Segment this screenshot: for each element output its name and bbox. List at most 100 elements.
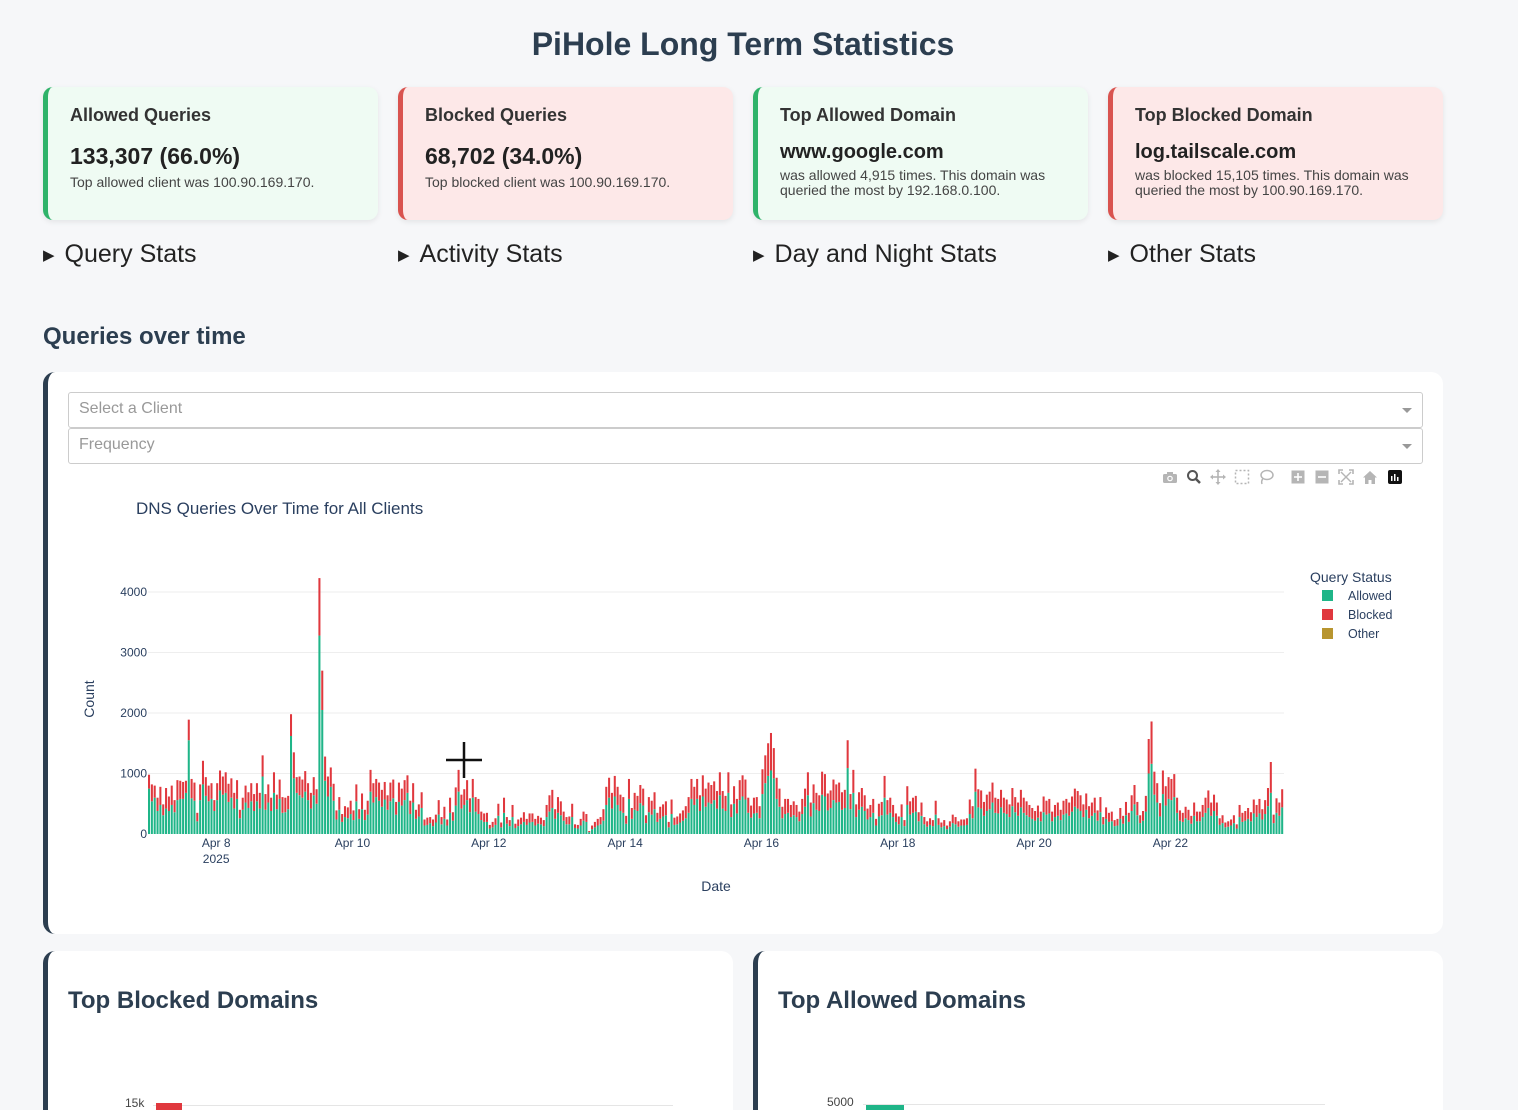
bar-blocked[interactable]: [522, 812, 525, 822]
bar-allowed[interactable]: [1281, 807, 1284, 834]
bar-blocked[interactable]: [892, 804, 895, 818]
bar-allowed[interactable]: [420, 807, 423, 834]
bar-blocked[interactable]: [1213, 794, 1216, 812]
bar-allowed[interactable]: [392, 798, 395, 834]
bar-allowed[interactable]: [954, 824, 957, 834]
bar-allowed[interactable]: [1144, 811, 1147, 834]
bar-blocked[interactable]: [520, 817, 523, 825]
bar-allowed[interactable]: [267, 802, 270, 834]
bar-allowed[interactable]: [1065, 813, 1068, 834]
bar-blocked[interactable]: [255, 783, 258, 802]
bar-allowed[interactable]: [738, 800, 741, 834]
bar-allowed[interactable]: [1272, 823, 1275, 834]
bar-blocked[interactable]: [1065, 798, 1068, 814]
bar-allowed[interactable]: [483, 821, 486, 834]
bar-blocked[interactable]: [488, 824, 491, 829]
bar-allowed[interactable]: [801, 814, 804, 834]
bar-blocked[interactable]: [156, 797, 159, 812]
bar-blocked[interactable]: [383, 781, 386, 800]
bar-blocked[interactable]: [491, 821, 494, 828]
bar-blocked[interactable]: [724, 795, 727, 812]
bar-blocked[interactable]: [167, 796, 170, 812]
bar-blocked[interactable]: [417, 804, 420, 817]
bar-allowed[interactable]: [1241, 821, 1244, 834]
bar-blocked[interactable]: [619, 794, 622, 812]
bar-blocked[interactable]: [457, 769, 460, 792]
bar-blocked[interactable]: [1093, 797, 1096, 813]
bar-allowed[interactable]: [182, 798, 185, 834]
bar-blocked[interactable]: [877, 803, 880, 817]
bar-allowed[interactable]: [159, 804, 162, 834]
bar-allowed[interactable]: [400, 805, 403, 834]
bar-blocked[interactable]: [650, 800, 653, 815]
bar-blocked[interactable]: [1099, 797, 1102, 813]
bar-allowed[interactable]: [619, 811, 622, 834]
bar-blocked[interactable]: [647, 797, 650, 813]
bar-allowed[interactable]: [690, 798, 693, 834]
bar-allowed[interactable]: [346, 818, 349, 834]
bar-blocked[interactable]: [1139, 815, 1142, 824]
bar-allowed[interactable]: [860, 806, 863, 834]
bar-allowed[interactable]: [471, 797, 474, 834]
bar-blocked[interactable]: [974, 768, 977, 792]
bar-allowed[interactable]: [432, 826, 435, 834]
bar-allowed[interactable]: [1119, 818, 1122, 835]
bar-allowed[interactable]: [395, 814, 398, 834]
bar-blocked[interactable]: [917, 812, 920, 822]
bar-blocked[interactable]: [568, 816, 571, 825]
bar-blocked[interactable]: [1275, 798, 1278, 813]
bar-allowed[interactable]: [591, 829, 594, 834]
bar-blocked[interactable]: [315, 789, 318, 804]
bar-blocked[interactable]: [287, 795, 290, 810]
bar-allowed[interactable]: [548, 811, 551, 834]
bar-allowed[interactable]: [1022, 812, 1025, 834]
bar-blocked[interactable]: [625, 815, 628, 824]
bar-blocked[interactable]: [1264, 800, 1267, 815]
bar-allowed[interactable]: [1278, 815, 1281, 834]
bar-blocked[interactable]: [1102, 817, 1105, 825]
bar-blocked[interactable]: [184, 780, 187, 793]
bar-allowed[interactable]: [383, 799, 386, 834]
bar-blocked[interactable]: [434, 814, 437, 823]
bar-blocked[interactable]: [346, 807, 349, 819]
bar-blocked[interactable]: [409, 800, 412, 815]
bar-blocked[interactable]: [1204, 797, 1207, 813]
bar-allowed[interactable]: [173, 812, 176, 834]
bar-blocked[interactable]: [883, 775, 886, 798]
bar-allowed[interactable]: [951, 823, 954, 834]
bar-blocked[interactable]: [446, 819, 449, 826]
bar-allowed[interactable]: [883, 797, 886, 834]
bar-allowed[interactable]: [201, 784, 204, 834]
bar-allowed[interactable]: [281, 812, 284, 834]
bar-blocked[interactable]: [341, 814, 344, 822]
bar-blocked[interactable]: [571, 803, 574, 818]
bar-allowed[interactable]: [957, 826, 960, 834]
bar-allowed[interactable]: [290, 735, 293, 834]
bar-allowed[interactable]: [250, 801, 253, 834]
bar-blocked[interactable]: [281, 797, 284, 813]
bar-blocked[interactable]: [1122, 815, 1125, 824]
bar-blocked[interactable]: [309, 792, 312, 809]
bar-allowed[interactable]: [275, 809, 278, 834]
bar-blocked[interactable]: [426, 817, 429, 825]
bar-blocked[interactable]: [696, 778, 699, 799]
bar-allowed[interactable]: [886, 814, 889, 834]
bar-blocked[interactable]: [869, 804, 872, 818]
bar-allowed[interactable]: [309, 808, 312, 834]
bar-allowed[interactable]: [804, 806, 807, 834]
bar-blocked[interactable]: [1028, 804, 1031, 818]
bar-blocked[interactable]: [1096, 810, 1099, 821]
bar-blocked[interactable]: [1136, 801, 1139, 816]
bar-blocked[interactable]: [1218, 818, 1221, 825]
bar-blocked[interactable]: [965, 818, 968, 825]
bar-blocked[interactable]: [537, 815, 540, 824]
bar-blocked[interactable]: [1164, 786, 1167, 806]
bar-blocked[interactable]: [1082, 804, 1085, 818]
bar-blocked[interactable]: [1056, 802, 1059, 816]
bar-blocked[interactable]: [159, 786, 162, 805]
bar-blocked[interactable]: [176, 780, 179, 801]
bar-allowed[interactable]: [610, 808, 613, 834]
bar-blocked[interactable]: [355, 784, 358, 802]
bar-blocked[interactable]: [653, 792, 656, 810]
bar-blocked[interactable]: [534, 818, 537, 826]
